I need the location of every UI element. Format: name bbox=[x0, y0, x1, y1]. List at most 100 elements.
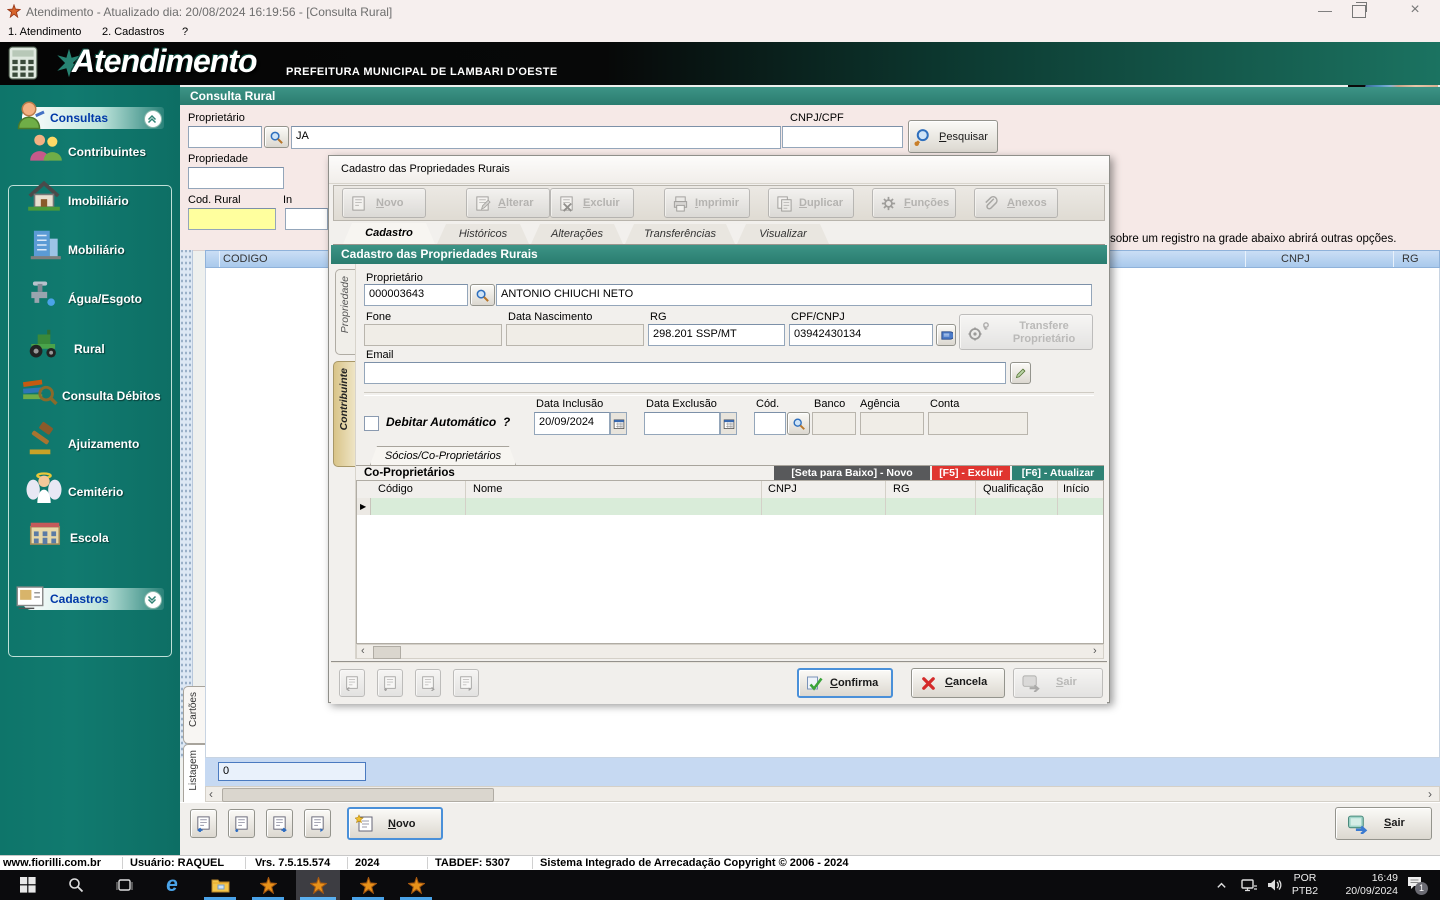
data-exclusao-input[interactable] bbox=[644, 412, 720, 435]
tab-transferencias[interactable]: Transferências bbox=[625, 224, 735, 244]
close-button[interactable]: × bbox=[1398, 0, 1432, 22]
language-indicator[interactable]: POR PTB2 bbox=[1288, 872, 1322, 898]
empty-grid-row[interactable] bbox=[371, 498, 1103, 515]
start-button[interactable] bbox=[8, 870, 48, 900]
fiorilli-app-icon-1[interactable] bbox=[248, 870, 288, 900]
network-icon[interactable] bbox=[1236, 870, 1262, 900]
transfere-proprietario-button[interactable]: Transfere Proprietário bbox=[959, 314, 1093, 350]
minimize-button[interactable]: — bbox=[1308, 0, 1342, 22]
tab-cadastro[interactable]: Cadastro bbox=[343, 223, 435, 244]
dlg-record-last-button[interactable] bbox=[453, 669, 479, 697]
fiorilli-app-icon-3[interactable] bbox=[348, 870, 388, 900]
tab-visualizar[interactable]: Visualizar bbox=[737, 224, 829, 244]
cnpj-cpf-input[interactable] bbox=[782, 126, 903, 148]
scroll-thumb[interactable] bbox=[222, 788, 494, 802]
menu-atendimento[interactable]: 1. Atendimento bbox=[8, 26, 81, 38]
agencia-input[interactable] bbox=[860, 412, 924, 435]
tab-alteracoes[interactable]: Alterações bbox=[531, 224, 623, 244]
toolbar-excluir-button[interactable]: Excluir bbox=[550, 188, 634, 218]
taskbar-search-icon[interactable] bbox=[56, 870, 96, 900]
dlg-record-prev-button[interactable] bbox=[377, 669, 403, 697]
grid-scroll-left-arrow[interactable]: ‹ bbox=[361, 645, 365, 657]
tab-listagem[interactable]: Listagem bbox=[183, 744, 205, 810]
col-codigo[interactable]: Código bbox=[378, 483, 413, 495]
email-input[interactable] bbox=[364, 362, 1006, 384]
debitar-checkbox[interactable] bbox=[364, 416, 379, 431]
fone-input[interactable] bbox=[364, 324, 502, 346]
proprietario-search-button[interactable] bbox=[264, 126, 289, 148]
collapse-down-icon[interactable] bbox=[144, 591, 162, 609]
col-nome[interactable]: Nome bbox=[473, 483, 502, 495]
toolbar-imprimir-button[interactable]: Imprimir bbox=[664, 188, 750, 218]
col-rg[interactable]: RG bbox=[893, 483, 910, 495]
task-view-icon[interactable] bbox=[104, 870, 144, 900]
dlg-proprietario-code-input[interactable]: 000003643 bbox=[364, 284, 468, 306]
cod-rural-input[interactable] bbox=[188, 208, 276, 230]
grid-scroll-right-arrow[interactable]: › bbox=[1093, 645, 1097, 657]
data-inclusao-input[interactable]: 20/09/2024 bbox=[534, 412, 610, 435]
fiorilli-app-icon-2-active[interactable] bbox=[296, 870, 340, 900]
proprietario-code-input[interactable] bbox=[188, 126, 262, 148]
record-prev-button[interactable] bbox=[228, 809, 255, 838]
file-explorer-icon[interactable] bbox=[200, 870, 240, 900]
dlg-record-next-button[interactable] bbox=[415, 669, 441, 697]
cod-input[interactable] bbox=[754, 412, 786, 435]
dialog-titlebar[interactable]: Cadastro das Propriedades Rurais bbox=[329, 156, 1109, 184]
tab-historicos[interactable]: Históricos bbox=[437, 224, 529, 244]
col-qualificacao[interactable]: Qualificação bbox=[983, 483, 1044, 495]
cod-search-button[interactable] bbox=[787, 412, 810, 435]
dlg-sair-button[interactable]: Sair bbox=[1013, 668, 1103, 698]
main-sair-button[interactable]: Sair bbox=[1335, 807, 1432, 840]
record-first-button[interactable] bbox=[190, 809, 217, 838]
pesquisar-button[interactable]: Pesquisar bbox=[908, 120, 998, 153]
novo-button[interactable]: Novo bbox=[347, 807, 443, 840]
scroll-right-arrow[interactable]: › bbox=[1428, 787, 1432, 801]
volume-icon[interactable] bbox=[1262, 870, 1288, 900]
grid-scroll-thumb[interactable] bbox=[373, 646, 401, 659]
cpf-doc-button[interactable] bbox=[936, 324, 956, 346]
toolbar-novo-button[interactable]: Novo bbox=[342, 188, 426, 218]
toolbar-anexos-button[interactable]: Anexos bbox=[974, 188, 1058, 218]
dlg-proprietario-name-input[interactable]: ANTONIO CHIUCHI NETO bbox=[496, 284, 1092, 306]
side-tab-propriedade[interactable]: Propriedade bbox=[335, 269, 356, 355]
grid-horizontal-scrollbar[interactable]: ‹ › bbox=[356, 644, 1104, 659]
col-cnpj[interactable]: CNPJ bbox=[768, 483, 797, 495]
data-exclusao-calendar-button[interactable] bbox=[720, 412, 737, 435]
propriedade-input[interactable] bbox=[188, 167, 284, 189]
column-cnpj[interactable]: CNPJ bbox=[1281, 253, 1310, 265]
column-codigo[interactable]: CODIGO bbox=[223, 253, 268, 265]
menu-help[interactable]: ? bbox=[182, 26, 188, 38]
conta-input[interactable] bbox=[928, 412, 1028, 435]
coproprietarios-grid[interactable]: Código Nome CNPJ RG Qualificação Início … bbox=[356, 480, 1104, 644]
column-rg[interactable]: RG bbox=[1402, 253, 1419, 265]
email-edit-button[interactable] bbox=[1010, 362, 1031, 384]
proprietario-name-input[interactable]: JA bbox=[291, 126, 781, 149]
menu-cadastros[interactable]: 2. Cadastros bbox=[102, 26, 164, 38]
data-nascimento-input[interactable] bbox=[506, 324, 644, 346]
restore-button[interactable] bbox=[1352, 2, 1367, 18]
side-tab-contribuinte[interactable]: Contribuinte bbox=[333, 361, 356, 467]
tab-socios-coproprietarios[interactable]: Sócios/Co-Proprietários bbox=[370, 446, 516, 465]
confirma-button[interactable]: Confirma bbox=[797, 668, 893, 698]
cpf-cnpj-input[interactable]: 03942430134 bbox=[789, 324, 933, 346]
record-next-button[interactable] bbox=[266, 809, 293, 838]
dlg-record-first-button[interactable] bbox=[339, 669, 365, 697]
horizontal-scrollbar[interactable]: ‹ › bbox=[205, 786, 1440, 802]
notification-center-icon[interactable]: 1 bbox=[1406, 875, 1428, 895]
toolbar-alterar-button[interactable]: Alterar bbox=[466, 188, 550, 218]
scroll-left-arrow[interactable]: ‹ bbox=[209, 787, 213, 801]
record-last-button[interactable] bbox=[304, 809, 331, 838]
fiorilli-app-icon-4[interactable] bbox=[396, 870, 436, 900]
internet-explorer-icon[interactable]: e bbox=[152, 870, 192, 900]
tray-chevron-icon[interactable] bbox=[1208, 870, 1234, 900]
dlg-proprietario-search-button[interactable] bbox=[470, 284, 495, 306]
tab-cartoes[interactable]: Cartões bbox=[183, 686, 205, 744]
rg-input[interactable]: 298.201 SSP/MT bbox=[648, 324, 785, 346]
collapse-up-icon[interactable] bbox=[144, 110, 162, 128]
banco-input[interactable] bbox=[812, 412, 856, 435]
clock[interactable]: 16:49 20/09/2024 bbox=[1326, 872, 1398, 898]
cancela-button[interactable]: Cancela bbox=[911, 668, 1005, 698]
data-inclusao-calendar-button[interactable] bbox=[610, 412, 627, 435]
vertical-splitter[interactable] bbox=[180, 250, 193, 758]
toolbar-duplicar-button[interactable]: Duplicar bbox=[768, 188, 854, 218]
